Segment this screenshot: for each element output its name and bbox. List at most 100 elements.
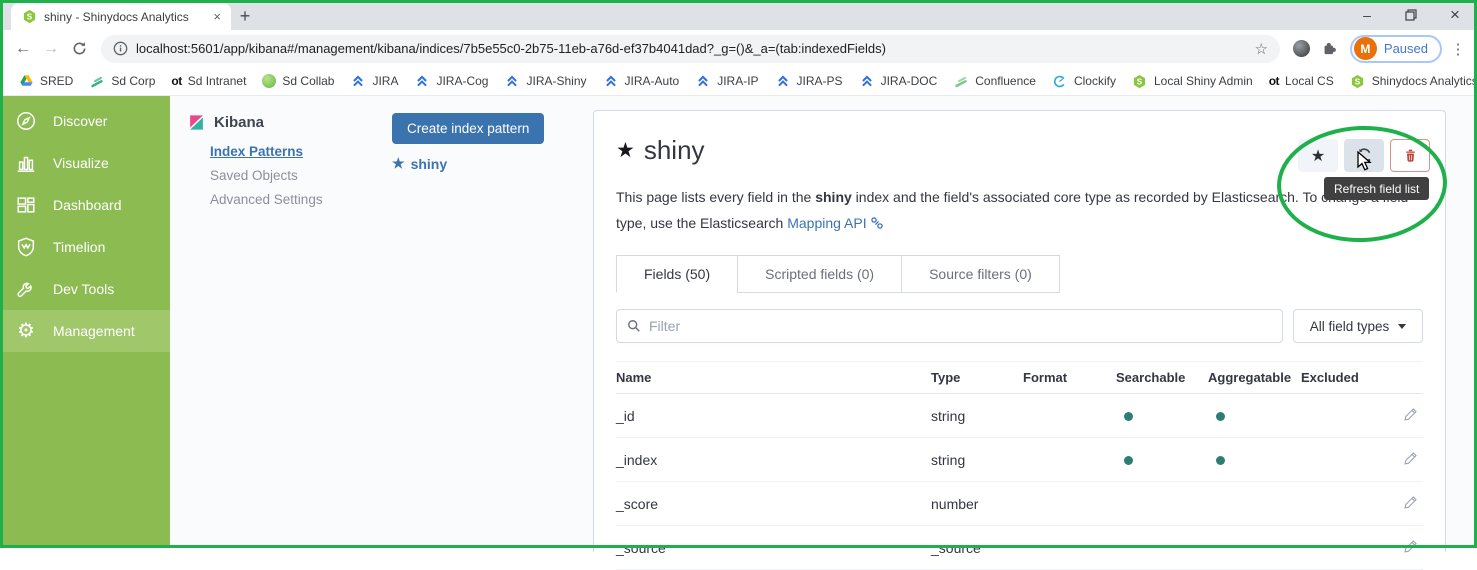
page-description: This page lists every field in the shiny… (616, 184, 1423, 238)
url-text[interactable]: localhost:5601/app/kibana#/management/ki… (136, 41, 1246, 56)
sidebar-item-dev-tools[interactable]: Dev Tools (0, 268, 170, 310)
index-actions: ★ (1298, 139, 1430, 172)
searchable-indicator (1124, 412, 1133, 421)
bookmark-jira-cog[interactable]: JIRA-Cog (406, 70, 496, 92)
edit-field-button[interactable] (1403, 494, 1419, 513)
index-pattern-list-item[interactable]: ★ shiny (392, 155, 447, 172)
col-name: Name (616, 362, 931, 394)
field-type-dropdown-value: All field types (1310, 319, 1390, 334)
wrench-icon (14, 277, 38, 301)
bookmark-jira-auto[interactable]: JIRA-Auto (595, 70, 688, 92)
bookmark-jira-ps[interactable]: JIRA-PS (767, 70, 851, 92)
kibana-section-title: Kibana (214, 114, 264, 131)
bookmark-local-cs[interactable]: ot Local CS (1261, 71, 1342, 91)
tab-close-icon[interactable]: × (213, 10, 221, 23)
page-title: shiny (644, 135, 705, 166)
col-searchable: Searchable (1116, 362, 1208, 394)
forward-icon[interactable]: → (37, 35, 65, 63)
sync-paused-label: Paused (1384, 41, 1428, 56)
bookmark-sd-corp[interactable]: Sd Corp (81, 70, 163, 92)
shield-icon (14, 235, 38, 259)
description-text: This page lists every field in the (616, 189, 815, 205)
subnav-link-saved-objects[interactable]: Saved Objects (210, 168, 323, 183)
sidebar-item-label: Timelion (53, 239, 105, 255)
bookmark-jira[interactable]: JIRA (342, 70, 406, 92)
bookmark-jira-ip[interactable]: JIRA-IP (687, 70, 766, 92)
extension-circle-icon[interactable] (1288, 35, 1316, 63)
jira-icon (859, 73, 875, 89)
bookmark-label: JIRA-Cog (436, 74, 488, 88)
shinydocs-favicon-icon: S (21, 9, 37, 25)
bookmark-local-shiny-admin[interactable]: S Local Shiny Admin (1124, 70, 1261, 92)
minimize-button[interactable]: – (1345, 1, 1389, 29)
profile-button[interactable]: M Paused (1350, 35, 1442, 63)
green-sphere-icon (262, 74, 276, 88)
bookmark-confluence[interactable]: Confluence (945, 70, 1044, 92)
filter-input[interactable] (649, 318, 1272, 334)
mapping-api-link[interactable]: Mapping API (787, 215, 866, 231)
chrome-menu-icon[interactable]: ⋮ (1448, 40, 1468, 58)
browser-tab-strip: S shiny - Shinydocs Analytics × + – × (0, 0, 1477, 30)
tab-scripted-fields[interactable]: Scripted fields (0) (737, 255, 902, 293)
jira-icon (504, 73, 520, 89)
edit-field-button[interactable] (1403, 406, 1419, 425)
description-text: type, use the Elasticsearch (616, 215, 787, 231)
reload-icon[interactable] (65, 35, 93, 63)
subnav-link-index-patterns[interactable]: Index Patterns (210, 144, 323, 159)
bookmark-jira-shiny[interactable]: JIRA-Shiny (496, 70, 594, 92)
kibana-section-header: Kibana (188, 114, 264, 131)
tab-source-filters[interactable]: Source filters (0) (901, 255, 1060, 293)
tab-fields[interactable]: Fields (50) (616, 255, 738, 293)
gear-icon: ⚙ (14, 319, 38, 343)
bookmark-sd-collab[interactable]: Sd Collab (254, 71, 342, 91)
index-pattern-name: shiny (411, 156, 448, 172)
bookmark-star-icon[interactable]: ☆ (1254, 40, 1267, 58)
browser-tab[interactable]: S shiny - Shinydocs Analytics × (11, 3, 231, 30)
bookmark-jira-doc[interactable]: JIRA-DOC (851, 70, 946, 92)
bookmark-sred[interactable]: SRED (10, 70, 81, 92)
field-type: number (931, 482, 1023, 526)
bookmark-clockify[interactable]: Clockify (1044, 70, 1124, 92)
create-index-pattern-button[interactable]: Create index pattern (392, 113, 544, 144)
bookmark-label: Sd Corp (111, 74, 155, 88)
sidebar-item-timelion[interactable]: Timelion (0, 226, 170, 268)
delete-index-pattern-button[interactable] (1390, 139, 1430, 172)
management-subnav: Kibana Index Patterns Saved Objects Adva… (170, 96, 593, 548)
col-type: Type (931, 362, 1023, 394)
sidebar-item-visualize[interactable]: Visualize (0, 142, 170, 184)
tab-title: shiny - Shinydocs Analytics (44, 10, 206, 24)
new-tab-button[interactable]: + (231, 3, 259, 30)
sidebar-item-dashboard[interactable]: Dashboard (0, 184, 170, 226)
bookmark-sd-intranet[interactable]: ot Sd Intranet (163, 71, 254, 91)
subnav-link-advanced-settings[interactable]: Advanced Settings (210, 192, 323, 207)
close-window-button[interactable]: × (1433, 1, 1477, 29)
sidebar-item-management[interactable]: ⚙ Management (0, 310, 170, 352)
drive-icon (18, 73, 34, 89)
col-excluded: Excluded (1301, 362, 1389, 394)
clockify-icon (1052, 73, 1068, 89)
url-bar[interactable]: localhost:5601/app/kibana#/management/ki… (101, 35, 1280, 63)
edit-field-button[interactable] (1403, 450, 1419, 469)
sidebar-item-discover[interactable]: Discover (0, 100, 170, 142)
bookmark-shinydocs-analytics[interactable]: S Shinydocs Analytics (1342, 70, 1477, 92)
avatar: M (1354, 37, 1377, 60)
back-icon[interactable]: ← (9, 35, 37, 63)
set-default-index-button[interactable]: ★ (1298, 139, 1338, 172)
extensions-puzzle-icon[interactable] (1316, 35, 1344, 63)
page-info-icon[interactable] (113, 41, 128, 56)
window-controls: – × (1345, 0, 1477, 30)
bookmark-label: JIRA-Auto (625, 74, 680, 88)
field-tabs: Fields (50) Scripted fields (0) Source f… (616, 255, 1423, 293)
bookmark-label: JIRA-Shiny (526, 74, 586, 88)
sidebar-item-label: Dashboard (53, 197, 122, 213)
green-stripes-icon (953, 73, 969, 89)
field-type: string (931, 394, 1023, 438)
index-pattern-card: ★ shiny ★ This page lists eve (593, 110, 1446, 552)
green-stripes-icon (89, 73, 105, 89)
refresh-field-list-button[interactable] (1344, 139, 1384, 172)
col-format: Format (1023, 362, 1116, 394)
jira-icon (350, 73, 366, 89)
fields-table: Name Type Format Searchable Aggregatable… (616, 361, 1423, 570)
restore-button[interactable] (1389, 1, 1433, 29)
field-type-dropdown[interactable]: All field types (1293, 309, 1423, 343)
